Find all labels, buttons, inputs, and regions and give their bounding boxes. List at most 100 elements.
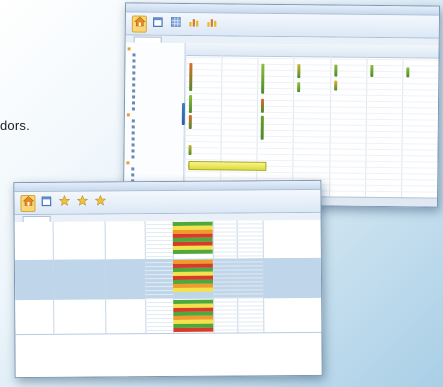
folder-icon [131,148,135,152]
status-swatch [173,287,214,292]
detail-line [144,252,173,258]
folder-icon [131,130,135,134]
status-color-cell[interactable] [172,258,215,299]
chart-icon [205,15,217,33]
grid-row-line [184,110,438,115]
status-color-cell[interactable] [172,220,214,259]
grid-row-line [184,170,438,175]
folder-icon [126,112,130,116]
gantt-task-bar[interactable] [188,161,267,171]
folder-icon [127,46,131,50]
table-cell[interactable] [14,259,55,301]
schedule-bar[interactable] [370,64,374,77]
table-row[interactable] [15,297,322,336]
grid-column-line [328,56,332,198]
home-ribbon-button[interactable] [20,194,36,212]
grid-row-line [184,140,438,145]
calendar-ribbon-button[interactable] [38,194,53,211]
table-cell[interactable] [52,221,106,260]
schedule-bar[interactable] [188,95,193,114]
schedule-bar[interactable] [261,63,265,94]
folder-icon [132,100,136,104]
grid-row-line [184,152,438,157]
grid-row-line [184,128,438,133]
schedule-bar[interactable] [333,80,337,91]
ribbon-toolbar [125,12,439,39]
grid-row-line [185,68,439,73]
table-cell[interactable] [52,259,107,300]
table-row[interactable] [14,219,321,262]
ribbon-toolbar [14,189,321,216]
folder-icon [131,106,135,110]
schedule-bar[interactable] [181,102,186,125]
grid-column-line [364,56,368,198]
home-icon [22,194,34,212]
grid-row-line [185,86,439,91]
folder-icon [131,142,135,146]
folder-icon [132,70,136,74]
folder-icon [132,82,136,86]
chart-ribbon-button[interactable] [186,15,201,32]
star-icon [76,194,88,212]
folder-icon [132,64,136,68]
grid-column-line [220,55,223,197]
calendar-ribbon-button[interactable] [150,15,165,32]
home-ribbon-button[interactable] [131,14,147,33]
schedule-bar[interactable] [188,115,192,130]
table-cell[interactable] [105,299,147,334]
detail-line [145,326,174,332]
table-cell[interactable] [104,221,146,260]
folder-icon [131,172,135,176]
schedule-bar[interactable] [297,82,301,93]
chart-icon [187,15,199,33]
status-color-cell[interactable] [173,298,215,333]
folder-icon [132,94,136,98]
schedule-bar[interactable] [188,145,192,156]
table-cell[interactable] [104,259,147,300]
schedule-bar[interactable] [261,98,265,113]
folder-icon [132,58,136,62]
grid-row-line [185,92,439,97]
folder-icon [126,160,130,164]
schedule-bar[interactable] [406,67,410,78]
star-ribbon-button[interactable] [92,194,107,211]
table-cell[interactable] [53,299,107,334]
folder-icon [132,52,136,56]
planner-window-back [122,2,441,208]
caption-fragment: dors. [0,118,30,133]
star-ribbon-button[interactable] [56,194,71,211]
grid-row-line [184,104,438,109]
star-icon [94,193,106,211]
reflection-overlay [15,332,322,378]
home-icon [133,14,146,32]
folder-icon [131,124,135,128]
detail-line [212,252,263,257]
folder-icon [132,76,136,80]
grid-header [185,42,439,59]
table-cell[interactable] [14,221,54,261]
grid-ribbon-button[interactable] [168,15,183,32]
star-ribbon-button[interactable] [74,194,89,211]
grid-row-line [184,122,438,127]
schedule-bar[interactable] [189,63,193,92]
status-swatch [172,249,213,254]
grid-column-line [292,56,295,198]
folder-icon [132,88,136,92]
folder-icon [131,118,135,122]
grid-row-line [184,134,438,139]
table-row[interactable] [14,257,322,302]
schedule-bar[interactable] [260,115,265,140]
grid-column-line [400,57,404,199]
folder-icon [131,166,135,170]
grid-row-line [185,74,439,79]
grid-column-line [184,54,187,196]
schedule-bar[interactable] [333,64,337,77]
star-icon [58,194,70,212]
table-cell[interactable] [15,299,55,335]
resource-tree [124,42,186,206]
grid-row-line [185,62,439,67]
grid-column-line [256,55,259,197]
grid-row-line [185,80,439,85]
chart-ribbon-button[interactable] [204,16,219,33]
grid-row-line [185,98,439,103]
